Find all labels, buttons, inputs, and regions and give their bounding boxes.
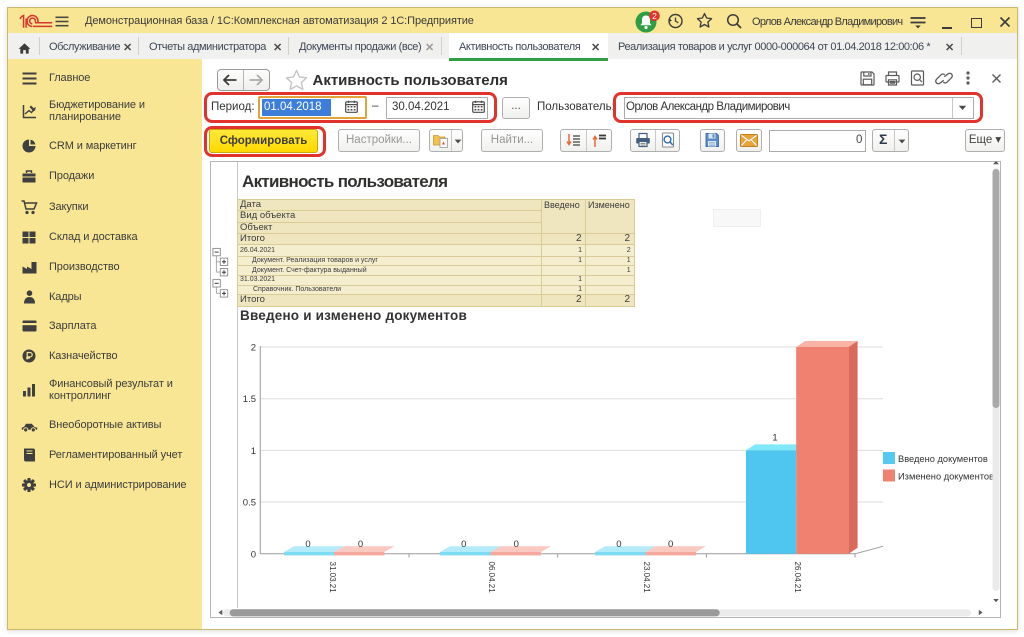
svg-text:0: 0 <box>251 549 256 560</box>
svg-text:1.5: 1.5 <box>243 394 256 405</box>
svg-text:0: 0 <box>358 539 363 550</box>
svg-text:0: 0 <box>305 539 310 550</box>
svg-text:0.5: 0.5 <box>243 498 256 509</box>
svg-text:26.04.21: 26.04.21 <box>793 562 802 594</box>
svg-text:Введено документов: Введено документов <box>898 454 988 464</box>
svg-text:06.04.21: 06.04.21 <box>487 562 496 594</box>
svg-text:0: 0 <box>514 539 519 550</box>
svg-text:0: 0 <box>616 539 621 550</box>
svg-text:Изменено документов: Изменено документов <box>898 472 994 482</box>
svg-text:0: 0 <box>461 539 466 550</box>
svg-text:0: 0 <box>668 539 673 550</box>
svg-text:23.04.21: 23.04.21 <box>642 562 651 594</box>
svg-text:31.03.21: 31.03.21 <box>328 562 337 594</box>
svg-text:2: 2 <box>251 343 256 354</box>
svg-text:1: 1 <box>251 446 256 457</box>
svg-text:1: 1 <box>772 433 777 444</box>
